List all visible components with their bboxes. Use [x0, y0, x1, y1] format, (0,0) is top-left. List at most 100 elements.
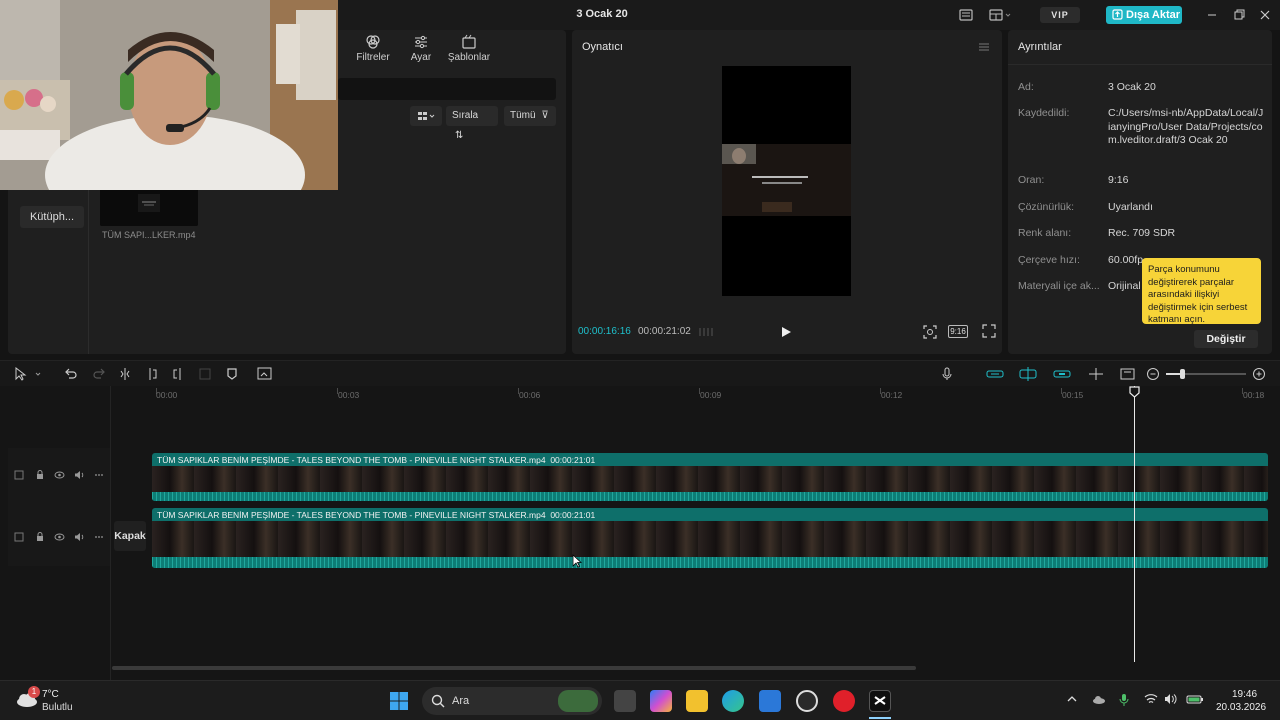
detail-key: Çerçeve hızı: [1018, 254, 1080, 266]
link-clips-icon[interactable] [986, 367, 1004, 381]
windows-start-icon[interactable] [388, 690, 410, 712]
mute-icon[interactable] [74, 532, 85, 542]
zoom-slider[interactable] [1166, 369, 1246, 379]
weather-badge: 1 [28, 686, 40, 698]
clip-filename: TÜM SAPIKLAR BENİM PEŞİMDE - TALES BEYON… [157, 455, 546, 465]
weather-description: Bulutlu [42, 702, 73, 713]
total-time: 00:00:21:02 [638, 326, 691, 337]
play-button[interactable] [780, 326, 792, 338]
split-view-icon[interactable] [1087, 367, 1105, 381]
undo-icon[interactable] [64, 367, 78, 381]
more-icon[interactable] [94, 470, 104, 480]
copilot-icon[interactable] [650, 690, 672, 712]
sort-icon: ⇅ [455, 130, 464, 141]
search-icon [431, 694, 445, 708]
tab-adjust[interactable]: Ayar [396, 34, 446, 63]
delete-icon[interactable] [198, 367, 212, 381]
cover-button[interactable]: Kapak [114, 521, 146, 551]
redo-icon[interactable] [92, 367, 106, 381]
menu-icon[interactable] [978, 41, 990, 53]
lock-icon[interactable] [35, 470, 45, 480]
playhead-handle[interactable] [1129, 386, 1140, 398]
video-clip-1[interactable]: TÜM SAPIKLAR BENİM PEŞİMDE - TALES BEYON… [152, 453, 1268, 501]
zoom-out-icon[interactable] [1146, 367, 1160, 381]
lock-icon[interactable] [35, 532, 45, 542]
magnet-snap-icon[interactable] [1019, 367, 1037, 381]
task-view-icon[interactable] [614, 690, 636, 712]
mute-icon[interactable] [74, 470, 85, 480]
video-preview[interactable] [722, 66, 851, 296]
chevron-up-icon[interactable] [1066, 693, 1078, 705]
filter-funnel-icon: ⊽ [541, 110, 549, 121]
visibility-icon[interactable] [54, 470, 65, 480]
visibility-icon[interactable] [54, 532, 65, 542]
split-icon[interactable] [118, 367, 132, 381]
media-divider [88, 180, 89, 354]
screenshot-icon[interactable] [257, 367, 273, 381]
track-thumbnail-icon[interactable] [14, 532, 24, 542]
auto-align-icon[interactable] [1053, 367, 1071, 381]
restore-icon[interactable] [1232, 8, 1246, 22]
upload-icon [1112, 9, 1123, 20]
edge-browser-icon[interactable] [722, 690, 744, 712]
media-search-input[interactable] [338, 78, 556, 100]
ruler-label: 00:12 [881, 390, 903, 400]
view-toggle-button[interactable] [410, 106, 442, 126]
trim-left-icon[interactable] [145, 367, 159, 381]
sort-button[interactable]: Sırala ⇅ [446, 106, 498, 141]
library-button[interactable]: Kütüph... [20, 206, 84, 228]
clock-date[interactable]: 20.03.2026 [1216, 702, 1266, 713]
tab-filters[interactable]: Filtreler [348, 34, 398, 63]
capcut-icon[interactable] [869, 690, 891, 712]
zoom-slider-handle[interactable] [1180, 369, 1185, 379]
opera-icon[interactable] [833, 690, 855, 712]
playhead[interactable] [1134, 386, 1135, 662]
track-header-divider [110, 386, 111, 680]
player-panel: Oynatıcı 00:00:16:16 00:00:21:02 9:16 [572, 30, 1002, 354]
sliders-icon [415, 35, 427, 49]
fit-screen-icon[interactable] [922, 324, 938, 340]
tab-templates[interactable]: Şablonlar [444, 34, 494, 63]
video-clip-2[interactable]: TÜM SAPIKLAR BENİM PEŞİMDE - TALES BEYON… [152, 508, 1268, 568]
zoom-in-icon[interactable] [1252, 367, 1266, 381]
shortcut-icon[interactable] [958, 7, 974, 23]
fullscreen-icon[interactable] [982, 324, 996, 338]
aspect-ratio-button[interactable]: 9:16 [948, 325, 968, 338]
export-label: Dışa Aktar [1126, 9, 1181, 21]
store-icon[interactable] [759, 690, 781, 712]
obs-icon[interactable] [796, 690, 818, 712]
wifi-icon[interactable] [1144, 693, 1158, 705]
microphone-tray-icon[interactable] [1118, 693, 1130, 707]
detail-key: Kaydedildi: [1018, 107, 1070, 119]
timeline[interactable]: 00:00 00:03 00:06 00:09 00:12 00:15 00:1… [0, 386, 1280, 680]
timeline-scrollbar[interactable] [112, 666, 916, 670]
detail-value: C:/Users/msi-nb/AppData/Local/JianyingPr… [1108, 107, 1264, 146]
preview-axis-icon[interactable] [1120, 367, 1136, 381]
marker-icon[interactable] [225, 367, 239, 381]
ruler-label: 00:18 [1243, 390, 1265, 400]
detail-key: Oran: [1018, 174, 1045, 186]
more-icon[interactable] [94, 532, 104, 542]
clip-filename: TÜM SAPIKLAR BENİM PEŞİMDE - TALES BEYON… [157, 510, 546, 520]
change-button[interactable]: Değiştir [1194, 330, 1258, 348]
layout-icon[interactable] [988, 7, 1011, 23]
clip-duration: 00:00:21:01 [550, 510, 596, 520]
media-thumbnail[interactable] [100, 186, 198, 226]
export-button[interactable]: Dışa Aktar [1106, 6, 1182, 24]
volume-icon[interactable] [1164, 693, 1178, 705]
select-cursor-icon[interactable] [14, 367, 42, 381]
minimize-icon[interactable] [1205, 8, 1219, 22]
track-header-2 [8, 506, 110, 566]
taskbar-search-input[interactable]: Ara [422, 687, 602, 715]
clock-time[interactable]: 19:46 [1232, 689, 1257, 700]
battery-icon[interactable] [1186, 693, 1204, 705]
vip-badge[interactable]: VIP [1040, 7, 1080, 23]
microphone-icon[interactable] [940, 367, 954, 381]
filter-all-button[interactable]: Tümü ⊽ [504, 106, 556, 126]
onedrive-icon[interactable] [1092, 693, 1106, 705]
file-explorer-icon[interactable] [686, 690, 708, 712]
detail-key: Renk alanı: [1018, 227, 1072, 239]
track-thumbnail-icon[interactable] [14, 470, 24, 480]
trim-right-icon[interactable] [171, 367, 185, 381]
close-icon[interactable] [1258, 8, 1272, 22]
